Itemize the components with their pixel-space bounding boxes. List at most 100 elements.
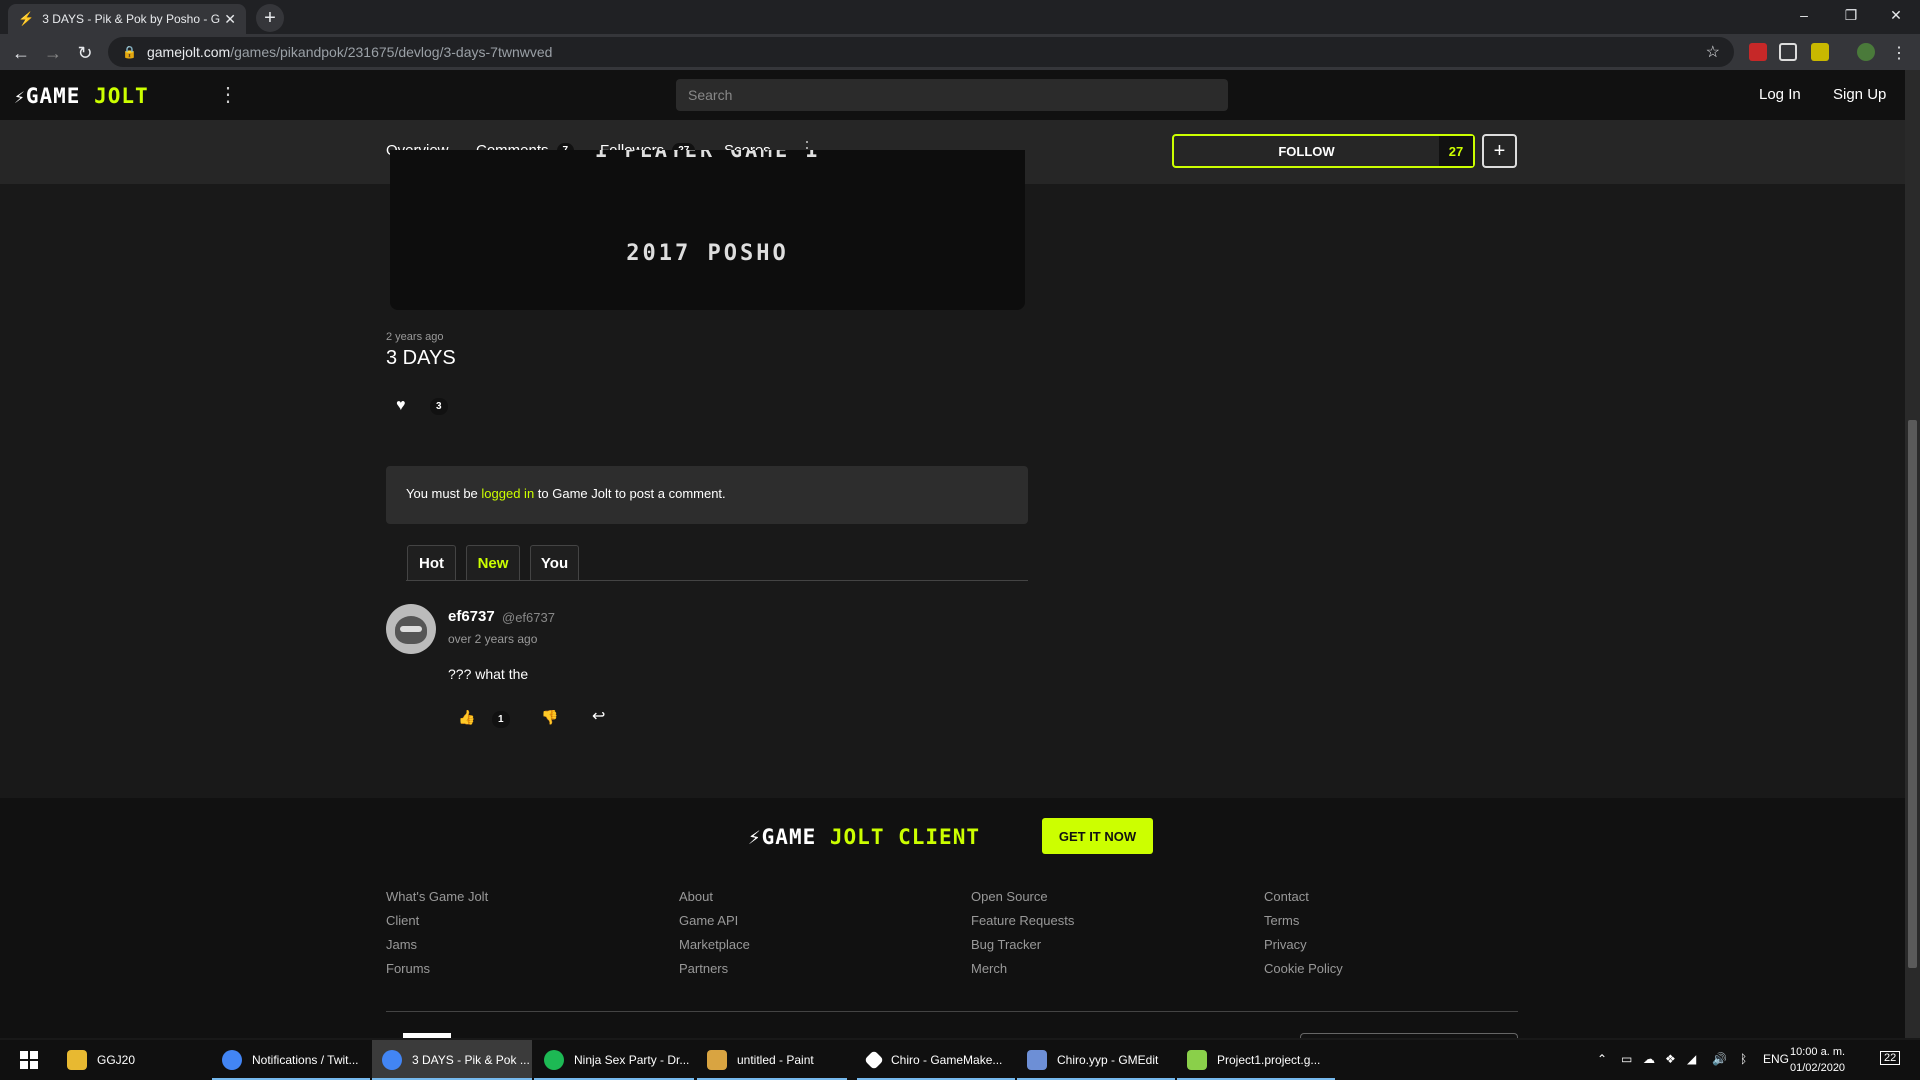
extension-icon[interactable]	[1811, 43, 1829, 61]
volume-icon[interactable]: 🔊	[1712, 1052, 1727, 1066]
battery-icon[interactable]: ▭	[1621, 1052, 1632, 1066]
footer-link[interactable]: Bug Tracker	[971, 937, 1074, 961]
footer-select-partial[interactable]	[1300, 1033, 1518, 1038]
search-input[interactable]	[676, 79, 1228, 111]
more-menu-icon[interactable]: ⋮	[218, 82, 238, 107]
post-title: 3 DAYS	[386, 347, 456, 369]
taskbar-label: Chiro - GameMake...	[891, 1053, 1003, 1067]
gamejolt-favicon-icon: ⚡	[18, 11, 35, 26]
footer-link[interactable]: What's Game Jolt	[386, 889, 488, 913]
add-to-playlist-button[interactable]: +	[1482, 134, 1517, 168]
comment-tab-new[interactable]: New	[466, 545, 520, 581]
footer-link[interactable]: Jams	[386, 937, 488, 961]
footer-logo-partial	[403, 1033, 451, 1038]
project-icon	[1187, 1050, 1207, 1070]
client-logo[interactable]: ⚡GAME JOLT CLIENT	[748, 825, 980, 849]
taskbar-item-spotify[interactable]: Ninja Sex Party - Dr...	[534, 1040, 694, 1080]
address-bar[interactable]: 🔒 gamejolt.com/games/pikandpok/231675/de…	[108, 37, 1734, 67]
back-icon[interactable]: ←	[8, 40, 34, 66]
heart-icon[interactable]: ♥	[396, 397, 406, 415]
footer-link[interactable]: Open Source	[971, 889, 1074, 913]
browser-tab-strip: ⚡ 3 DAYS - Pik & Pok by Posho - G ✕ + – …	[0, 0, 1920, 34]
windows-logo	[20, 1051, 38, 1069]
banner-partial-text: 1 PLAYER GAME 1	[594, 150, 821, 162]
page-scrollbar[interactable]	[1905, 70, 1920, 1038]
footer-link[interactable]: Terms	[1264, 913, 1343, 937]
login-notice: You must be logged in to Game Jolt to po…	[386, 466, 1028, 524]
browser-menu-icon[interactable]: ⋮	[1886, 40, 1912, 66]
post-banner-image: 1 PLAYER GAME 1 2017 POSHO	[390, 150, 1025, 310]
gamejolt-logo[interactable]: ⚡GAME JOLT	[14, 84, 149, 108]
onedrive-icon[interactable]: ☁	[1643, 1052, 1655, 1066]
comment-username[interactable]: ef6737	[448, 608, 495, 625]
dropbox-icon[interactable]: ❖	[1665, 1052, 1676, 1066]
paint-icon	[707, 1050, 727, 1070]
avatar[interactable]	[386, 604, 436, 654]
pocket-extension-icon[interactable]	[1779, 43, 1797, 61]
footer-link[interactable]: Game API	[679, 913, 750, 937]
language-indicator[interactable]: ENG	[1763, 1052, 1789, 1066]
url-host: gamejolt.com	[146, 44, 231, 60]
profile-avatar-icon[interactable]	[1857, 43, 1875, 61]
bookmark-star-icon[interactable]: ☆	[1706, 42, 1720, 62]
footer-link[interactable]: Cookie Policy	[1264, 961, 1343, 985]
thumbs-down-icon[interactable]: 👎	[541, 709, 558, 726]
login-notice-suffix: to Game Jolt to post a comment.	[534, 486, 726, 501]
scrollbar-thumb[interactable]	[1908, 420, 1917, 968]
browser-tab[interactable]: ⚡ 3 DAYS - Pik & Pok by Posho - G ✕	[8, 4, 246, 34]
logo-jolt-text: JOLT	[94, 84, 149, 108]
footer-link[interactable]: Marketplace	[679, 937, 750, 961]
clock-date: 01/02/2020	[1790, 1062, 1846, 1074]
signup-link[interactable]: Sign Up	[1833, 86, 1886, 103]
client-logo-game: GAME	[761, 825, 817, 849]
mail-extension-icon[interactable]	[1749, 43, 1767, 61]
taskbar-item-notifications[interactable]: Notifications / Twit...	[212, 1040, 370, 1080]
logged-in-link[interactable]: logged in	[481, 486, 534, 501]
footer-divider	[386, 1011, 1518, 1012]
close-window-button[interactable]: ✕	[1874, 0, 1918, 30]
gmedit-icon	[1027, 1050, 1047, 1070]
tab-divider	[406, 580, 1028, 581]
comment-tab-you[interactable]: You	[530, 545, 579, 581]
login-link[interactable]: Log In	[1759, 86, 1801, 103]
taskbar-item-paint[interactable]: untitled - Paint	[697, 1040, 847, 1080]
get-it-now-button[interactable]: GET IT NOW	[1042, 818, 1153, 854]
footer-link[interactable]: Feature Requests	[971, 913, 1074, 937]
footer-link[interactable]: Contact	[1264, 889, 1343, 913]
taskbar-item-project1[interactable]: Project1.project.g...	[1177, 1040, 1335, 1080]
thumbs-up-icon[interactable]: 👍	[458, 709, 475, 726]
footer-column-1: What's Game Jolt Client Jams Forums	[386, 889, 488, 985]
footer-link[interactable]: Client	[386, 913, 488, 937]
tray-chevron-icon[interactable]: ⌃	[1597, 1052, 1607, 1066]
reload-icon[interactable]: ↻	[72, 40, 98, 66]
like-count-badge: 3	[430, 398, 448, 415]
follow-button[interactable]: FOLLOW 27	[1172, 134, 1475, 168]
bluetooth-icon[interactable]: ᛒ	[1740, 1052, 1747, 1066]
taskbar-item-3days[interactable]: 3 DAYS - Pik & Pok ...	[372, 1040, 532, 1080]
minimize-button[interactable]: –	[1782, 0, 1826, 30]
taskbar-item-ggj20[interactable]: GGJ20	[57, 1040, 212, 1080]
footer-link[interactable]: Merch	[971, 961, 1074, 985]
taskbar-item-gmedit[interactable]: Chiro.yyp - GMEdit	[1017, 1040, 1175, 1080]
comment-time[interactable]: over 2 years ago	[448, 632, 537, 646]
windows-start-icon[interactable]	[8, 1040, 48, 1080]
comment-tab-hot[interactable]: Hot	[407, 545, 456, 581]
footer-link[interactable]: Partners	[679, 961, 750, 985]
taskbar-item-gamemaker[interactable]: Chiro - GameMake...	[857, 1040, 1015, 1080]
reply-icon[interactable]: ↩	[592, 706, 605, 726]
forward-icon[interactable]: →	[40, 40, 66, 66]
comment-handle[interactable]: @ef6737	[502, 610, 555, 625]
footer-link[interactable]: Privacy	[1264, 937, 1343, 961]
footer-link[interactable]: About	[679, 889, 750, 913]
close-tab-icon[interactable]: ✕	[224, 11, 236, 28]
windows-taskbar: GGJ20 Notifications / Twit... 3 DAYS - P…	[0, 1040, 1920, 1080]
new-tab-button[interactable]: +	[256, 4, 284, 32]
lock-icon: 🔒	[122, 45, 137, 59]
action-center-icon[interactable]: 22	[1880, 1050, 1901, 1065]
taskbar-clock[interactable]: 10:00 a. m. 01/02/2020	[1790, 1044, 1845, 1076]
site-header: ⚡GAME JOLT ⋮ Log In Sign Up	[0, 70, 1905, 120]
restore-button[interactable]: ❐	[1829, 0, 1873, 30]
network-icon[interactable]: ◢	[1687, 1052, 1696, 1066]
footer-link[interactable]: Forums	[386, 961, 488, 985]
browser-toolbar: ← → ↻ 🔒 gamejolt.com/games/pikandpok/231…	[0, 34, 1920, 70]
